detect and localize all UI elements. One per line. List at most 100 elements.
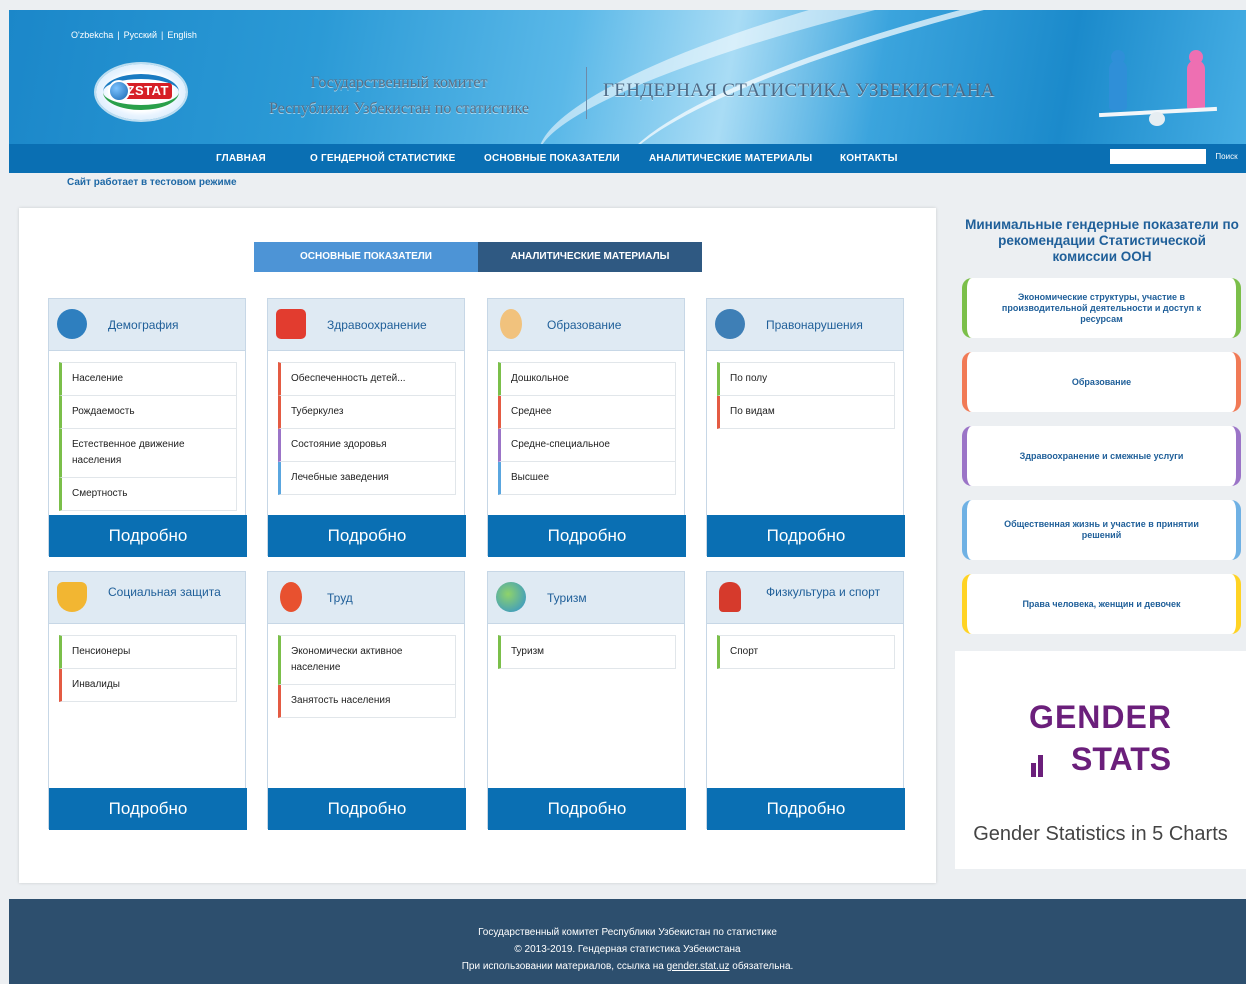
search-button[interactable]: Поиск (1209, 149, 1244, 164)
list-item[interactable]: Лечебные заведения (278, 462, 456, 495)
nav-home[interactable]: ГЛАВНАЯ (216, 144, 266, 173)
list-item[interactable]: Средне-специальное (498, 429, 676, 462)
card-title: Демография (108, 318, 179, 332)
list-item[interactable]: Дошкольное (498, 362, 676, 396)
list-item[interactable]: По видам (717, 396, 895, 429)
card-list: Спорт (717, 635, 895, 669)
lang-uzbek-link[interactable]: O'zbekcha (71, 30, 113, 40)
nav-contacts[interactable]: КОНТАКТЫ (840, 144, 898, 173)
card-title: Здравоохранение (327, 318, 427, 332)
tab-main-indicators[interactable]: ОСНОВНЫЕ ПОКАЗАТЕЛИ (254, 242, 478, 272)
list-item[interactable]: Высшее (498, 462, 676, 495)
card-list: Экономически активное население Занятост… (278, 635, 456, 718)
law-icon (715, 309, 745, 339)
list-item[interactable]: По полу (717, 362, 895, 396)
card-list: Обеспеченность детей... Туберкулез Состо… (278, 362, 456, 495)
more-button[interactable]: Подробно (707, 515, 905, 557)
card-social-protection: Социальная защита Пенсионеры Инвалиды По… (48, 571, 247, 830)
card-healthcare: Здравоохранение Обеспеченность детей... … (267, 298, 466, 557)
list-item[interactable]: Занятость населения (278, 685, 456, 718)
more-button[interactable]: Подробно (707, 788, 905, 830)
list-item[interactable]: Туризм (498, 635, 676, 669)
card-title: Образование (547, 318, 622, 332)
footer-line-2: © 2013-2019. Гендерная статистика Узбеки… (514, 944, 741, 955)
more-button[interactable]: Подробно (488, 515, 686, 557)
list-item[interactable]: Состояние здоровья (278, 429, 456, 462)
sidebar-title: Минимальные гендерные показатели по реко… (965, 217, 1239, 264)
site-title: ГЕНДЕРНАЯ СТАТИСТИКА УЗБЕКИСТАНА (603, 80, 995, 101)
more-button[interactable]: Подробно (488, 788, 686, 830)
header: O'zbekcha | Русский | English 'ZSTAT Государ… (9, 10, 1246, 144)
card-list: Дошкольное Среднее Средне-специальное Вы… (498, 362, 676, 495)
sidebar-item-education[interactable]: Образование (962, 352, 1241, 412)
banner-caption: Gender Statistics in 5 Charts (973, 823, 1228, 845)
card-offenses: Правонарушения По полу По видам Подробно (706, 298, 905, 557)
stat-logo[interactable]: 'ZSTAT (96, 64, 186, 120)
bar-chart-magnifier-icon (1031, 747, 1067, 777)
lang-english-link[interactable]: English (167, 30, 197, 40)
tab-analytical-materials[interactable]: АНАЛИТИЧЕСКИЕ МАТЕРИАЛЫ (478, 242, 702, 272)
footer-site-link[interactable]: gender.stat.uz (667, 961, 730, 972)
footer-line-1: Государственный комитет Республики Узбек… (478, 927, 777, 938)
card-tourism: Туризм Туризм Подробно (487, 571, 686, 830)
gender-stats-banner[interactable]: GENDER STATS Gender Statistics in 5 Char… (955, 651, 1246, 869)
card-title: Труд (327, 591, 353, 605)
list-item[interactable]: Инвалиды (59, 669, 237, 702)
list-item[interactable]: Спорт (717, 635, 895, 669)
test-mode-notice: Сайт работает в тестовом режиме (67, 177, 237, 188)
card-list: По полу По видам (717, 362, 895, 429)
gender-balance-icon (1098, 50, 1219, 130)
main-panel: ОСНОВНЫЕ ПОКАЗАТЕЛИ АНАЛИТИЧЕСКИЕ МАТЕРИ… (19, 208, 936, 883)
shield-icon (57, 582, 87, 612)
organization-name: Государственный комитет Республики Узбек… (259, 70, 539, 122)
banner-title-gender: GENDER (1029, 699, 1172, 735)
card-title: Туризм (547, 591, 587, 605)
list-item[interactable]: Обеспеченность детей... (278, 362, 456, 396)
header-divider (586, 67, 587, 119)
card-list: Пенсионеры Инвалиды (59, 635, 237, 702)
sidebar-item-human-rights[interactable]: Права человека, женщин и девочек (962, 574, 1241, 634)
lang-russian-link[interactable]: Русский (124, 30, 157, 40)
card-list: Население Рождаемость Естественное движе… (59, 362, 237, 511)
boxing-glove-icon (719, 582, 741, 612)
demography-icon (57, 309, 87, 339)
org-line-1: Государственный комитет (310, 74, 488, 91)
footer: Государственный комитет Республики Узбек… (9, 899, 1246, 984)
more-button[interactable]: Подробно (268, 515, 466, 557)
card-labor: Труд Экономически активное население Зан… (267, 571, 466, 830)
nav-main-indicators[interactable]: ОСНОВНЫЕ ПОКАЗАТЕЛИ (484, 144, 620, 173)
card-demography: Демография Население Рождаемость Естеств… (48, 298, 247, 557)
list-item[interactable]: Рождаемость (59, 396, 237, 429)
list-item[interactable]: Пенсионеры (59, 635, 237, 669)
more-button[interactable]: Подробно (268, 788, 466, 830)
banner-title-stats: STATS (1071, 741, 1172, 777)
list-item[interactable]: Население (59, 362, 237, 396)
sidebar-item-public-life[interactable]: Общественная жизнь и участие в принятии … (962, 500, 1241, 560)
org-line-2: Республики Узбекистан по статистике (268, 100, 530, 117)
card-education: Образование Дошкольное Среднее Средне-сп… (487, 298, 686, 557)
worker-icon (280, 582, 302, 612)
list-item[interactable]: Смертность (59, 478, 237, 511)
card-list: Туризм (498, 635, 676, 669)
nav-about-gender-stats[interactable]: О ГЕНДЕРНОЙ СТАТИСТИКЕ (310, 144, 455, 173)
main-nav: ГЛАВНАЯ О ГЕНДЕРНОЙ СТАТИСТИКЕ ОСНОВНЫЕ … (9, 144, 1246, 173)
list-item[interactable]: Экономически активное население (278, 635, 456, 685)
nav-analytical-materials[interactable]: АНАЛИТИЧЕСКИЕ МАТЕРИАЛЫ (649, 144, 812, 173)
list-item[interactable]: Туберкулез (278, 396, 456, 429)
language-switcher: O'zbekcha | Русский | English (71, 30, 197, 40)
card-title: Физкультура и спорт (766, 585, 881, 599)
search-input[interactable] (1110, 149, 1206, 164)
card-title: Правонарушения (766, 318, 863, 332)
graduate-icon (500, 309, 522, 339)
tabs: ОСНОВНЫЕ ПОКАЗАТЕЛИ АНАЛИТИЧЕСКИЕ МАТЕРИ… (254, 242, 702, 272)
list-item[interactable]: Среднее (498, 396, 676, 429)
more-button[interactable]: Подробно (49, 515, 247, 557)
sidebar-item-healthcare[interactable]: Здравоохранение и смежные услуги (962, 426, 1241, 486)
more-button[interactable]: Подробно (49, 788, 247, 830)
list-item[interactable]: Естественное движение населения (59, 429, 237, 478)
footer-line-3: При использовании материалов, ссылка на … (461, 961, 794, 972)
page: O'zbekcha | Русский | English 'ZSTAT Государ… (9, 10, 1246, 984)
globe-icon (496, 582, 526, 612)
first-aid-kit-icon (276, 309, 306, 339)
sidebar-item-economic-structures[interactable]: Экономические структуры, участие в произ… (962, 278, 1241, 338)
